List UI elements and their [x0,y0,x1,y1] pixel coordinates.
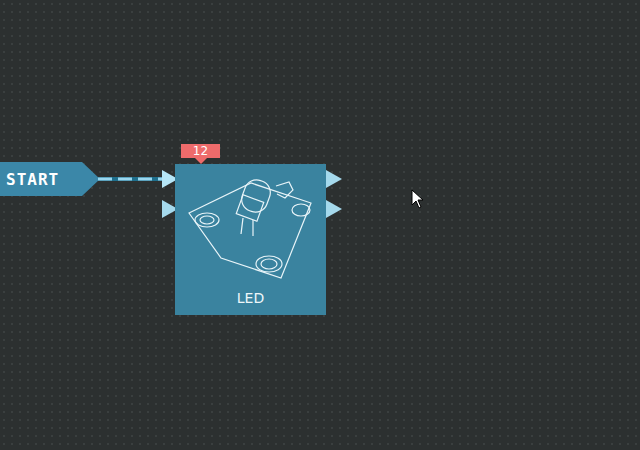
output-pin[interactable] [326,170,342,188]
badge-text: 12 [193,144,208,158]
start-label: START [6,170,59,189]
pin-badge: 12 [181,144,220,158]
mouse-cursor-icon [411,189,425,209]
patch-canvas[interactable]: START 12 LED [0,0,640,450]
start-node[interactable]: START [0,162,100,196]
node-label: LED [237,290,264,306]
led-node[interactable]: LED [175,164,326,315]
output-pin[interactable] [326,200,342,218]
led-icon [181,168,321,288]
